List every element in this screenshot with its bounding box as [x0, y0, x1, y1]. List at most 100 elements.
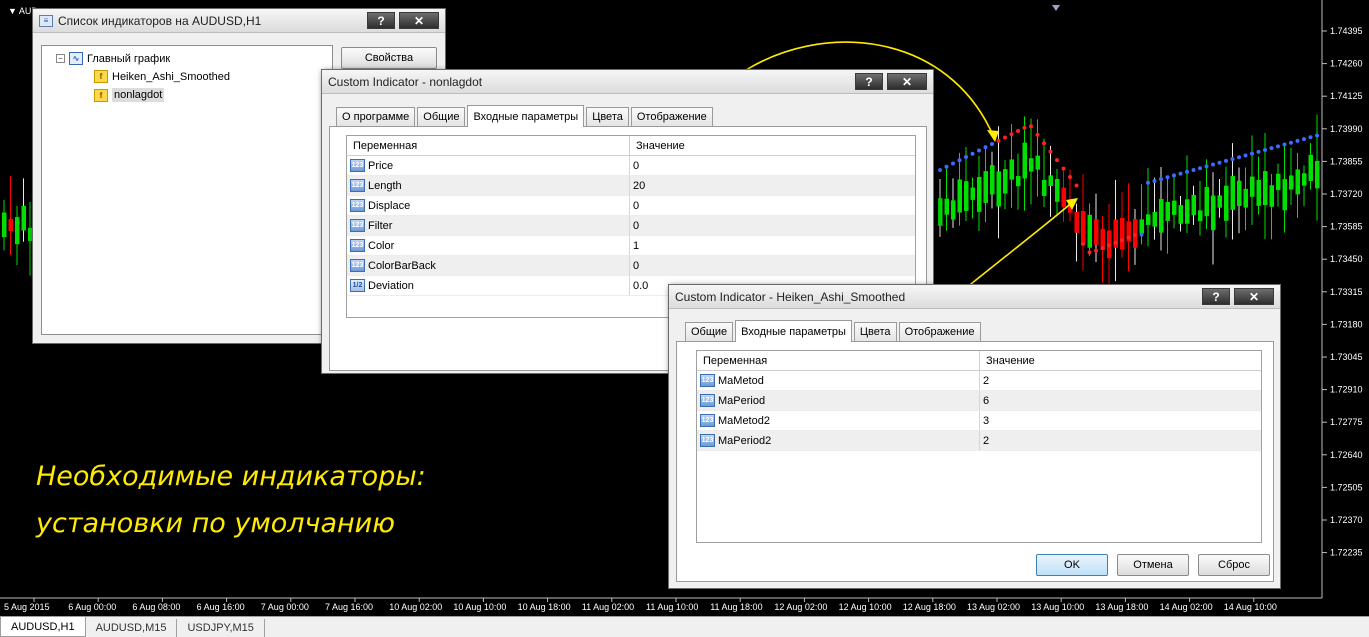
help-button[interactable]: ? [1202, 288, 1230, 305]
candle-body [1165, 201, 1170, 221]
time-axis[interactable]: 5 Aug 2015 6 Aug 00:00 6 Aug 08:00 6 Aug 16… [4, 598, 1277, 612]
param-value[interactable]: 1 [630, 236, 915, 255]
param-value[interactable]: 0 [630, 156, 915, 175]
price-tick-label: 1.72370 [1330, 515, 1363, 525]
tab-colors[interactable]: Цвета [853, 322, 897, 341]
param-name: Deviation [368, 279, 414, 292]
table-row[interactable]: 123 Price 0 [347, 156, 915, 176]
candle-body [944, 198, 949, 215]
candle-body [1087, 214, 1092, 248]
parameters-table[interactable]: Переменная Значение 123 MaMetod 2 123 MaPeri… [696, 350, 1262, 543]
table-row[interactable]: 123 MaPeriod2 2 [697, 431, 1261, 451]
close-button[interactable]: ✕ [399, 12, 439, 29]
table-row[interactable]: 123 MaPeriod 6 [697, 391, 1261, 411]
nonlagdot-point [1289, 140, 1293, 145]
table-row[interactable]: 123 Length 20 [347, 176, 915, 196]
nonlagdot-point [1256, 149, 1261, 154]
nonlagdot-point [1139, 232, 1144, 237]
column-header-value[interactable]: Значение [630, 136, 915, 155]
tab-strip: О программе Общие Входные параметры Цвет… [336, 104, 715, 127]
close-button[interactable]: ✕ [887, 73, 927, 90]
table-row[interactable]: 123 Color 1 [347, 236, 915, 256]
param-value[interactable]: 6 [980, 391, 1261, 410]
title-bar[interactable]: Custom Indicator - nonlagdot ? ✕ [322, 70, 933, 94]
tab-display[interactable]: Отображение [630, 107, 713, 126]
nonlagdot-point [1068, 175, 1072, 179]
collapse-icon[interactable]: − [56, 54, 65, 63]
nonlagdot-point [1120, 238, 1124, 243]
chart-tab-audusd-h1[interactable]: AUDUSD,H1 [0, 617, 86, 637]
tab-inputs[interactable]: Входные параметры [467, 105, 585, 127]
candle-body [1042, 180, 1047, 196]
candle-body [1198, 210, 1203, 222]
title-bar[interactable]: ≡ Список индикаторов на AUDUSD,H1 ? ✕ [33, 9, 445, 33]
param-name: Length [368, 179, 402, 192]
param-name-cell: 123 MaMetod2 [697, 411, 980, 430]
dialog-title: Custom Indicator - nonlagdot [328, 74, 483, 89]
nonlagdot-point [1230, 157, 1235, 162]
close-button[interactable]: ✕ [1234, 288, 1274, 305]
param-value[interactable]: 0 [630, 256, 915, 275]
param-value[interactable]: 0 [630, 216, 915, 235]
tab-common[interactable]: Общие [417, 107, 466, 126]
nonlagdot-point [1035, 132, 1040, 137]
tab-display[interactable]: Отображение [898, 322, 981, 341]
candle-body [1003, 169, 1008, 194]
title-bar[interactable]: Custom Indicator - Heiken_Ashi_Smoothed … [669, 285, 1280, 309]
price-tick-label: 1.72910 [1330, 385, 1363, 395]
table-body: 123 MaMetod 2 123 MaPeriod 6 123 MaMetod2 3 123 Ma… [697, 371, 1261, 451]
nonlagdot-point [964, 155, 968, 159]
column-header-variable[interactable]: Переменная [697, 351, 980, 370]
param-name-cell: 123 Filter [347, 216, 630, 235]
tree-root[interactable]: − ∿ Главный график [56, 52, 170, 65]
time-tick-label: 12 Aug 18:00 [903, 602, 956, 612]
param-value[interactable]: 20 [630, 176, 915, 195]
nonlagdot-point [983, 145, 988, 150]
tab-common[interactable]: Общие [685, 322, 734, 341]
candle-body [983, 171, 988, 203]
table-row[interactable]: 123 Filter 0 [347, 216, 915, 236]
column-header-variable[interactable]: Переменная [347, 136, 630, 155]
help-button[interactable]: ? [855, 73, 883, 90]
price-tick-label: 1.73180 [1330, 319, 1363, 329]
param-name-cell: 123 Color [347, 236, 630, 255]
column-header-value[interactable]: Значение [980, 351, 1261, 370]
param-value[interactable]: 0 [630, 196, 915, 215]
tree-item-heiken[interactable]: f Heiken_Ashi_Smoothed [94, 70, 230, 83]
tab-about[interactable]: О программе [336, 107, 416, 126]
param-name-cell: 123 MaPeriod [697, 391, 980, 410]
param-value[interactable]: 2 [980, 431, 1261, 450]
nonlagdot-point [1276, 144, 1280, 149]
table-row[interactable]: 123 MaMetod 2 [697, 371, 1261, 391]
time-tick-label: 7 Aug 16:00 [325, 602, 373, 612]
nonlagdot-point [1217, 160, 1222, 165]
table-row[interactable]: 123 Displace 0 [347, 196, 915, 216]
param-name: Filter [368, 219, 393, 232]
price-axis[interactable]: 1.74395 1.74260 1.74125 1.73990 1.73855 1.737… [1322, 26, 1363, 558]
param-value[interactable]: 2 [980, 371, 1261, 390]
tree-item-nonlagdot[interactable]: f nonlagdot [94, 88, 165, 102]
table-row[interactable]: 123 ColorBarBack 0 [347, 256, 915, 276]
chart-tabs-bar: AUDUSD,H1 AUDUSD,M15 USDJPY,M15 [0, 616, 1369, 637]
tab-colors[interactable]: Цвета [586, 107, 629, 126]
chart-tab-audusd-m15[interactable]: AUDUSD,M15 [86, 619, 178, 637]
candle-body [1315, 160, 1320, 189]
nonlagdot-point [1074, 183, 1079, 188]
nonlagdot-point [1022, 125, 1027, 130]
ok-button[interactable]: OK [1036, 554, 1108, 576]
properties-button[interactable]: Свойства [341, 47, 437, 69]
table-row[interactable]: 123 MaMetod2 3 [697, 411, 1261, 431]
reset-button[interactable]: Сброс [1198, 554, 1270, 576]
indicator-tree[interactable]: − ∿ Главный график f Heiken_Ashi_Smoothe… [41, 45, 333, 335]
candle-body [1185, 199, 1190, 224]
tab-inputs[interactable]: Входные параметры [735, 320, 852, 342]
integer-type-icon: 123 [700, 414, 715, 427]
cancel-button[interactable]: Отмена [1117, 554, 1189, 576]
chart-tab-usdjpy-m15[interactable]: USDJPY,M15 [177, 619, 265, 637]
heiken-dialog: Custom Indicator - Heiken_Ashi_Smoothed … [668, 284, 1281, 589]
price-tick-label: 1.72775 [1330, 417, 1363, 427]
price-tick-label: 1.73990 [1330, 124, 1363, 134]
help-button[interactable]: ? [367, 12, 395, 29]
param-value[interactable]: 3 [980, 411, 1261, 430]
dialog-title: Список индикаторов на AUDUSD,H1 [58, 13, 262, 28]
